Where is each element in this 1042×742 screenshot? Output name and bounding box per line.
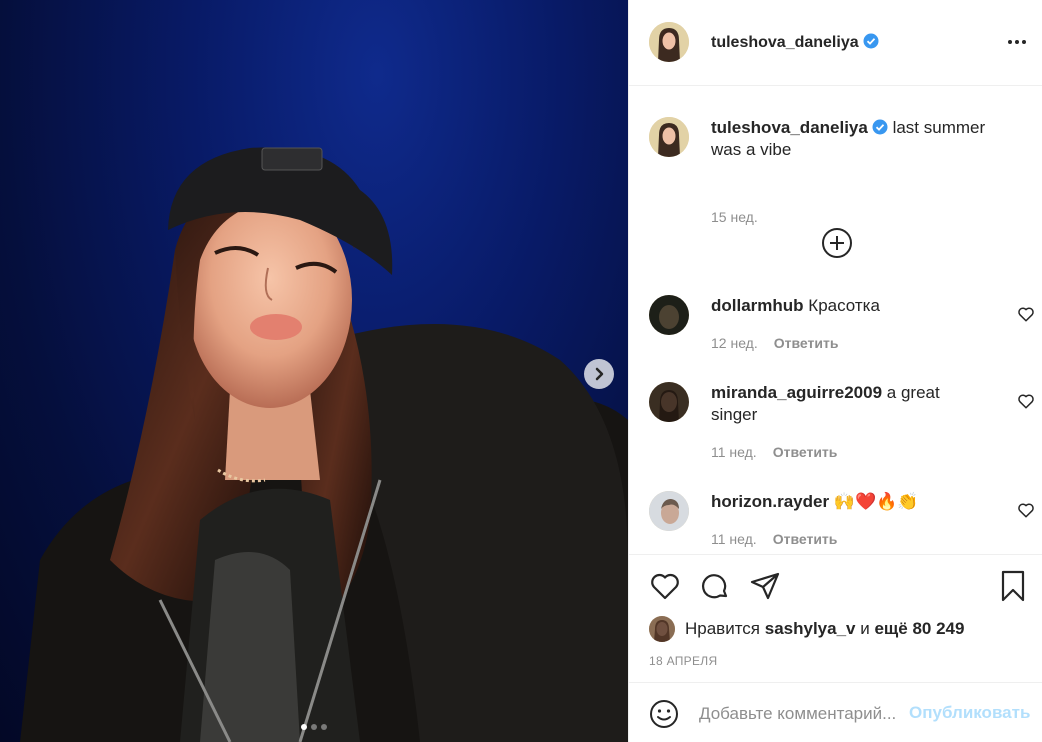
caption-timestamp[interactable]: 15 нед. bbox=[711, 209, 758, 225]
author-username[interactable]: tuleshova_daneliya bbox=[711, 33, 879, 52]
likes-count-button[interactable]: ещё 80 249 bbox=[874, 619, 964, 639]
share-icon[interactable] bbox=[749, 570, 781, 602]
plus-circle-icon bbox=[822, 228, 852, 258]
reply-button[interactable]: Ответить bbox=[773, 444, 838, 460]
comment-username[interactable]: horizon.rayder bbox=[711, 492, 829, 511]
verified-badge-icon bbox=[863, 33, 879, 49]
publish-comment-button[interactable]: Опубликовать bbox=[909, 703, 1030, 723]
author-username-text[interactable]: tuleshova_daneliya bbox=[711, 34, 859, 51]
add-comment-bar: Опубликовать bbox=[629, 682, 1042, 742]
carousel-next-button[interactable] bbox=[584, 359, 614, 389]
post-photo bbox=[20, 147, 628, 742]
post-dialog: tuleshova_daneliya tuleshova_daneliya la… bbox=[0, 0, 1042, 742]
caption-username[interactable]: tuleshova_daneliya bbox=[711, 118, 868, 137]
verified-badge-icon bbox=[872, 119, 888, 135]
caption-avatar[interactable] bbox=[649, 117, 689, 157]
comment-text: horizon.rayder 🙌❤️🔥👏 bbox=[711, 491, 981, 513]
post-date[interactable]: 18 АПРЕЛЯ bbox=[649, 654, 717, 668]
comment-avatar[interactable] bbox=[649, 382, 689, 422]
comment-meta: 11 нед. Ответить bbox=[711, 531, 837, 547]
comment-text: dollarmhub Красотка bbox=[711, 295, 981, 317]
heart-icon[interactable] bbox=[1017, 392, 1035, 410]
carousel-dot bbox=[321, 724, 327, 730]
comment-text: miranda_aguirre2009 a great singer bbox=[711, 382, 981, 426]
caption-text: tuleshova_daneliya last summer was a vib… bbox=[711, 117, 1011, 161]
more-options-button[interactable] bbox=[1005, 32, 1029, 52]
comment-meta: 11 нед. Ответить bbox=[711, 444, 837, 460]
chevron-right-icon bbox=[595, 367, 604, 381]
carousel-indicator bbox=[0, 724, 628, 730]
comment-body: Красотка bbox=[808, 296, 880, 315]
liker-avatar[interactable] bbox=[649, 616, 675, 642]
author-avatar[interactable] bbox=[649, 22, 689, 62]
likes-prefix: Нравится bbox=[685, 619, 761, 638]
comment-timestamp[interactable]: 11 нед. bbox=[711, 444, 757, 460]
load-more-comments-button[interactable] bbox=[821, 227, 853, 259]
post-header: tuleshova_daneliya bbox=[629, 0, 1042, 86]
reply-button[interactable]: Ответить bbox=[774, 335, 839, 351]
comment-timestamp[interactable]: 11 нед. bbox=[711, 531, 757, 547]
post-side-panel: tuleshova_daneliya tuleshova_daneliya la… bbox=[628, 0, 1042, 742]
heart-icon[interactable] bbox=[1017, 305, 1035, 323]
comment-icon[interactable] bbox=[699, 570, 731, 602]
likes-summary: Нравится sashylya_v и ещё 80 249 bbox=[649, 615, 964, 643]
comments-list[interactable]: tuleshova_daneliya last summer was a vib… bbox=[629, 87, 1042, 554]
comment-timestamp[interactable]: 12 нед. bbox=[711, 335, 758, 351]
post-actions: Нравится sashylya_v и ещё 80 249 18 АПРЕ… bbox=[629, 554, 1042, 682]
carousel-dot bbox=[311, 724, 317, 730]
reply-button[interactable]: Ответить bbox=[773, 531, 838, 547]
post-media[interactable] bbox=[0, 0, 628, 742]
comment-username[interactable]: dollarmhub bbox=[711, 296, 804, 315]
comment-avatar[interactable] bbox=[649, 491, 689, 531]
heart-icon[interactable] bbox=[649, 570, 681, 602]
liker-username[interactable]: sashylya_v bbox=[765, 619, 856, 639]
comment-input[interactable] bbox=[699, 701, 907, 727]
more-horizontal-icon bbox=[1008, 40, 1026, 44]
comment-avatar[interactable] bbox=[649, 295, 689, 335]
comment-meta: 12 нед. Ответить bbox=[711, 335, 838, 351]
comment-body: 🙌❤️🔥👏 bbox=[833, 492, 919, 511]
heart-icon[interactable] bbox=[1017, 501, 1035, 519]
emoji-icon[interactable] bbox=[649, 699, 679, 729]
carousel-dot bbox=[301, 724, 307, 730]
likes-conj: и bbox=[860, 619, 870, 638]
comment-username[interactable]: miranda_aguirre2009 bbox=[711, 383, 882, 402]
bookmark-icon[interactable] bbox=[997, 570, 1029, 602]
